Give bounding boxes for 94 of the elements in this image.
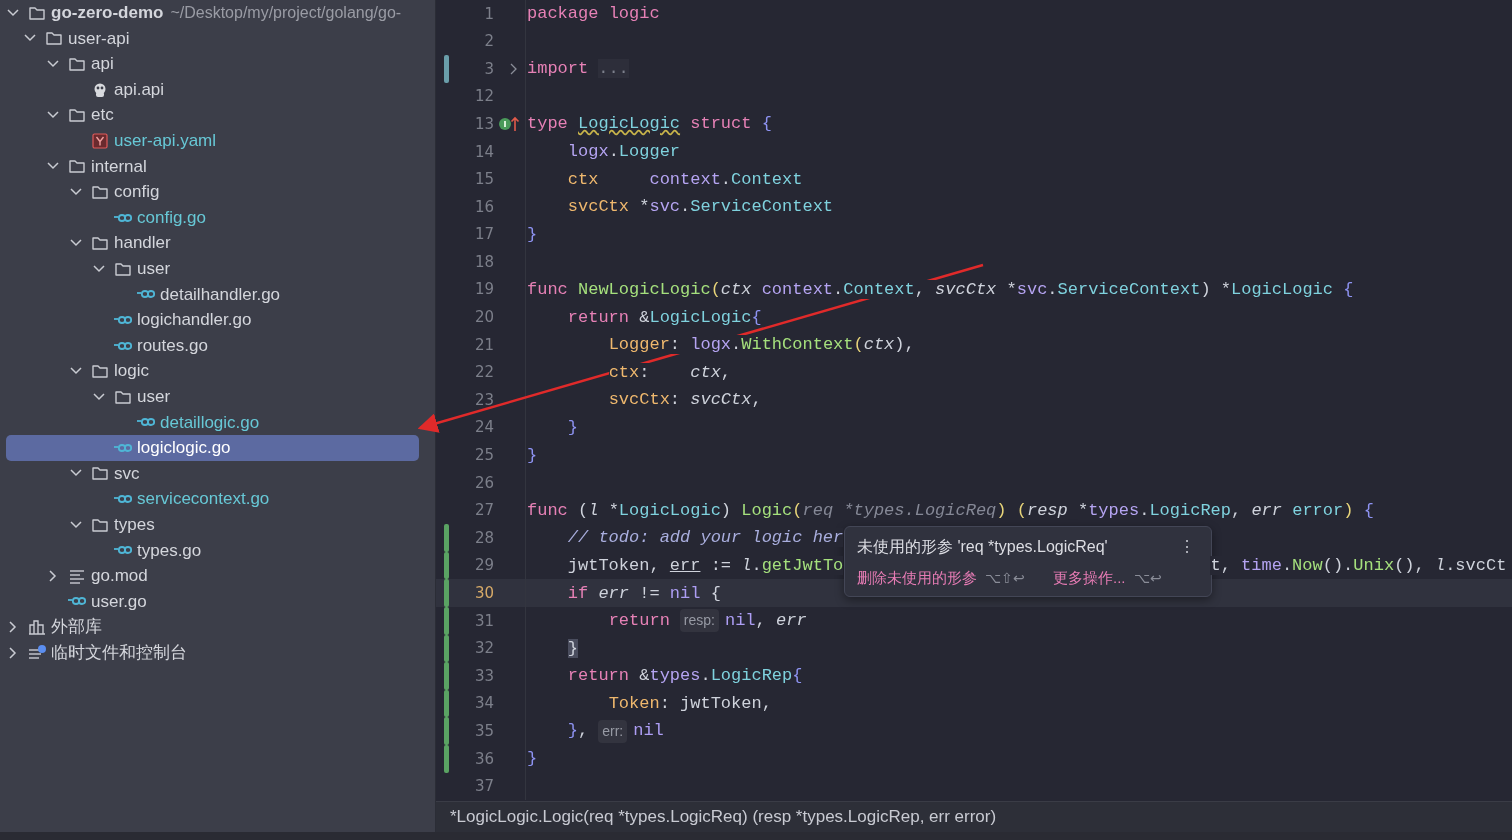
folder-icon <box>91 464 109 483</box>
inlay-hint: resp: <box>679 609 719 633</box>
inlay-hint: err: <box>598 719 628 743</box>
file-name: logiclogic.go <box>137 437 231 460</box>
line-number: 13 <box>473 113 494 135</box>
file-name: go-zero-demo <box>51 2 164 25</box>
file-name: user <box>137 385 171 408</box>
code-line: func NewLogicLogic(ctx context.Context, svcCtx *svc.ServiceContext) *LogicLogic { <box>527 278 1354 301</box>
code-line: logx.Logger <box>566 141 681 164</box>
file-name: 临时文件和控制台 <box>51 641 187 664</box>
line-number: 33 <box>473 665 494 687</box>
line-number: 23 <box>473 389 494 411</box>
file-name: detailhandler.go <box>160 283 281 306</box>
line-number: 24 <box>473 417 494 439</box>
line-number: 12 <box>473 86 494 108</box>
code-line: Logger: logx.WithContext(ctx), <box>607 334 915 357</box>
project-path: ~/Desktop/my/project/golang/go- <box>170 2 402 23</box>
file-name: user.go <box>91 590 147 613</box>
file-name: handler <box>114 232 171 255</box>
line-number: 1 <box>483 3 494 25</box>
line-number: 28 <box>473 527 494 549</box>
file-name: config <box>114 181 160 204</box>
code-line: ctx context.Context <box>566 168 803 191</box>
line-number: 30 <box>473 583 494 604</box>
folder-icon <box>45 29 63 48</box>
yaml-file-icon <box>91 131 109 150</box>
file-name: user <box>137 258 171 280</box>
file-name: 外部库 <box>51 616 102 639</box>
line-number: 21 <box>473 334 494 356</box>
line-number: 15 <box>473 169 494 191</box>
folder-icon <box>68 55 86 73</box>
code-line: type LogicLogic struct { <box>527 113 772 136</box>
code-line: import ... <box>527 58 629 81</box>
code-line: svcCtx *svc.ServiceContext <box>566 196 834 219</box>
quick-fix-link[interactable]: 删除未使用的形参 <box>857 567 977 590</box>
line-number: 37 <box>473 776 494 798</box>
code-line: t, time.Now().Unix(), l.svcCt <box>1210 554 1507 577</box>
file-name: go.mod <box>91 565 148 588</box>
code-line: jwtToken, err := l.getJwtTo <box>566 554 844 577</box>
line-number: 29 <box>473 555 494 577</box>
code-line: }, <box>566 720 589 743</box>
line-number: 32 <box>473 638 494 660</box>
file-name: detaillogic.go <box>160 411 260 434</box>
folder-icon <box>91 234 109 253</box>
line-number: 25 <box>473 445 494 467</box>
line-number: 16 <box>473 196 494 218</box>
line-number: 14 <box>473 141 494 163</box>
line-number: 3 <box>483 58 494 80</box>
line-number: 27 <box>473 500 494 522</box>
code-line: func (l *LogicLogic) Logic(req *types.LogicReq) (resp *types.LogicRep, err error) { <box>527 499 1374 522</box>
folder-icon <box>68 157 86 176</box>
line-number: 26 <box>473 472 494 494</box>
file-name: servicecontext.go <box>137 488 270 511</box>
line-number: 31 <box>473 610 494 632</box>
folder-icon <box>68 106 86 125</box>
file-name: logic <box>114 360 149 383</box>
file-name: etc <box>91 104 114 127</box>
line-number: 36 <box>473 748 494 770</box>
file-name: routes.go <box>137 334 208 357</box>
line-number: 19 <box>473 279 494 301</box>
file-name: internal <box>91 155 147 178</box>
line-number: 18 <box>473 251 494 273</box>
line-number: 17 <box>473 224 494 246</box>
scratch-file-icon <box>28 643 46 662</box>
shortcut-hint: ⌥↩ <box>1133 568 1162 588</box>
file-name: api.api <box>114 78 165 101</box>
file-name: user-api <box>68 27 130 50</box>
quick-fix-link[interactable]: 更多操作... <box>1053 567 1126 590</box>
code-line: package logic <box>527 3 660 26</box>
selected-file-row[interactable]: logiclogic.go <box>6 435 419 461</box>
library-icon <box>28 618 46 637</box>
more-options-button[interactable]: ⋮ <box>1175 539 1199 555</box>
file-name: types.go <box>137 539 202 562</box>
line-number: 22 <box>473 362 494 384</box>
line-number: 34 <box>473 693 494 715</box>
code-line: nil, err <box>724 610 807 633</box>
status-bar: *LogicLogic.Logic(req *types.LogicReq) (resp *types.LogicRep, err error) <box>436 801 1512 832</box>
code-line: ctx: ctx, <box>607 361 732 384</box>
file-name: logichandler.go <box>137 309 252 332</box>
file-name: svc <box>114 462 140 485</box>
folder-icon <box>91 362 109 381</box>
file-name: types <box>114 513 155 536</box>
line-number: 2 <box>483 31 494 53</box>
file-name: config.go <box>137 206 206 229</box>
warning-message: 未使用的形参 'req *types.LogicReq' <box>857 537 1108 557</box>
code-line: return &types.LogicRep{ <box>566 665 803 688</box>
code-line: if err != nil { <box>566 582 721 605</box>
file-name: api <box>91 53 114 76</box>
file-name: user-api.yaml <box>114 130 217 152</box>
code-line: return &LogicLogic{ <box>566 306 762 329</box>
line-number: 35 <box>473 721 494 742</box>
shortcut-hint: ⌥⇧↩ <box>985 568 1025 588</box>
line-number: 20 <box>473 307 494 329</box>
code-line: svcCtx: svcCtx, <box>607 389 762 412</box>
